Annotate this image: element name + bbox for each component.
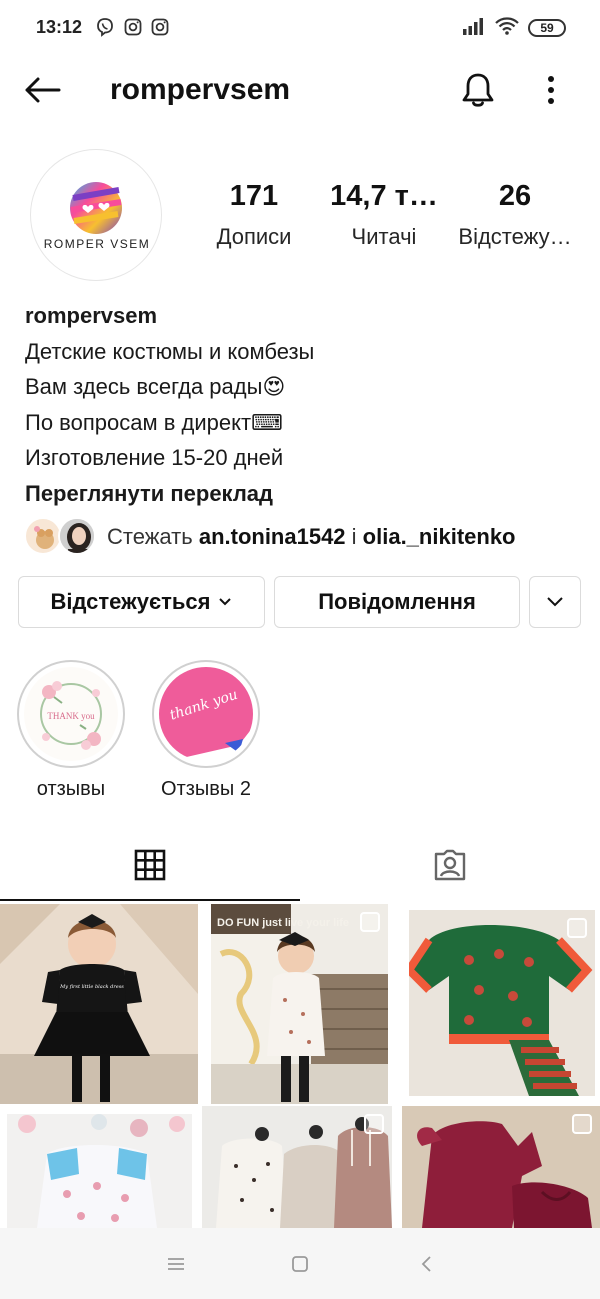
carousel-icon: [572, 1114, 592, 1134]
highlight-label: отзывы: [36, 778, 106, 800]
post-thumbnail[interactable]: [202, 1106, 392, 1228]
story-highlight[interactable]: THANK you отзывы: [17, 660, 125, 801]
post-thumbnail[interactable]: DO FUN just live your life: [211, 904, 388, 1104]
bio-line: Вам здесь всегда рады😍: [25, 374, 286, 399]
follower-avatar: [58, 517, 96, 555]
battery-indicator: 59: [528, 19, 566, 37]
message-button[interactable]: Повідомлення: [274, 576, 520, 628]
followed-by-text: Стежать an.tonina1542 і olia._nikitenko: [107, 524, 516, 549]
stat-value: 171: [229, 180, 279, 212]
follower-avatar: [24, 517, 62, 555]
system-back-button[interactable]: [406, 1248, 446, 1280]
home-square-icon: [292, 1256, 308, 1272]
chevron-down-icon: [547, 597, 563, 607]
post-caption: DO FUN just live your life: [217, 917, 349, 929]
tab-posts-grid[interactable]: [0, 830, 300, 900]
posts-count[interactable]: 171 Дописи: [214, 178, 294, 254]
highlight-cover-text: THANK you: [47, 711, 95, 721]
status-bar: 13:12 59: [0, 0, 600, 56]
stat-label: Відстежу…: [458, 224, 572, 249]
bio-line: Детские костюмы и комбезы: [25, 338, 315, 364]
message-button-label: Повідомлення: [318, 589, 476, 614]
suggested-accounts-button[interactable]: [529, 576, 581, 628]
active-tab-indicator: [0, 899, 300, 901]
stat-value: 26: [498, 180, 532, 212]
page-title: rompervsem: [110, 73, 291, 106]
stat-label: Дописи: [216, 224, 292, 249]
story-highlight[interactable]: thank you Отзывы 2: [152, 660, 260, 801]
tagged-icon: [434, 849, 466, 881]
menu-lines-icon: [168, 1258, 184, 1270]
stat-label: Читачі: [351, 224, 417, 249]
romper-vsem-logo: [70, 182, 122, 234]
post-caption: My first little black dress: [59, 984, 124, 990]
chevron-left-icon: [421, 1256, 431, 1272]
bio-name: rompervsem: [25, 303, 158, 328]
highlight-ring: THANK you: [17, 660, 125, 768]
profile-bio: rompervsem Детские костюмы и комбезы Вам…: [25, 298, 585, 511]
tab-tagged[interactable]: [300, 830, 600, 900]
grid-icon: [134, 849, 166, 881]
bio-line: По вопросам в директ⌨: [25, 409, 283, 435]
recent-apps-button[interactable]: [156, 1248, 196, 1280]
more-options-button[interactable]: [536, 68, 566, 112]
highlight-cover: THANK you: [24, 667, 118, 761]
following-count[interactable]: 26 Відстежу…: [454, 178, 576, 254]
carousel-icon: [364, 1114, 384, 1134]
chevron-down-icon: [219, 598, 232, 606]
following-button-label: Відстежується: [50, 589, 211, 614]
post-thumbnail[interactable]: [402, 1106, 600, 1228]
highlight-label: Отзывы 2: [161, 778, 251, 800]
profile-tabs: [0, 830, 600, 902]
instagram-icon: [123, 17, 143, 37]
carousel-icon: [567, 918, 587, 938]
profile-avatar[interactable]: ROMPER VSEM: [30, 149, 162, 281]
status-time: 13:12: [36, 17, 83, 37]
post-thumbnail[interactable]: [7, 1114, 192, 1228]
wifi-icon: [494, 16, 520, 41]
notifications-button[interactable]: [456, 68, 500, 112]
post-thumbnail[interactable]: My first little black dress: [0, 904, 198, 1104]
see-translation-link[interactable]: Переглянути переклад: [25, 476, 585, 512]
home-button[interactable]: [280, 1248, 320, 1280]
followers-count[interactable]: 14,7 т… Читачі: [326, 178, 442, 254]
post-grid: My first little black dress DO FUN just …: [0, 902, 600, 1228]
signal-icon: [462, 16, 486, 41]
bell-icon: [462, 73, 494, 107]
profile-actions: Відстежується Повідомлення: [0, 576, 600, 628]
viber-icon: [95, 17, 115, 37]
back-arrow-icon: [25, 77, 61, 103]
followed-by[interactable]: Стежать an.tonina1542 і olia._nikitenko: [24, 515, 584, 557]
following-button[interactable]: Відстежується: [18, 576, 265, 628]
system-nav-bar: [0, 1228, 600, 1299]
stat-value: 14,7 т…: [330, 180, 438, 212]
carousel-icon: [360, 912, 380, 932]
avatar-logo-text: ROMPER VSEM: [43, 237, 151, 251]
more-vertical-icon: [548, 76, 554, 104]
profile-header: rompervsem: [0, 56, 600, 124]
highlight-ring: thank you: [152, 660, 260, 768]
bio-line: Изготовление 15-20 дней: [25, 445, 284, 470]
post-thumbnail[interactable]: [409, 910, 595, 1096]
instagram-icon: [150, 17, 170, 37]
back-button[interactable]: [20, 70, 64, 110]
highlight-cover: thank you: [159, 667, 253, 761]
